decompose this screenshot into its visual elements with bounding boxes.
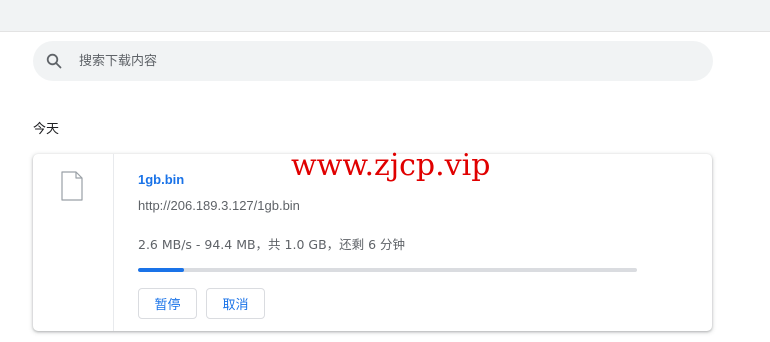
section-heading-today: 今天 [33,122,60,137]
watermark-text: www.zjcp.vip [291,148,491,183]
search-box[interactable] [33,41,713,81]
search-icon [46,53,62,69]
pause-button[interactable]: 暂停 [138,288,197,319]
file-url: http://206.189.3.127/1gb.bin [138,198,300,213]
cancel-button[interactable]: 取消 [206,288,265,319]
file-icon-column [33,154,114,331]
file-icon [61,171,83,201]
file-name-link[interactable]: 1gb.bin [138,172,184,187]
download-status: 2.6 MB/s - 94.4 MB，共 1.0 GB，还剩 6 分钟 [138,237,406,252]
search-input[interactable] [79,41,679,81]
progress-bar-fill [138,268,184,272]
progress-bar [138,268,637,272]
top-bar [0,0,770,32]
